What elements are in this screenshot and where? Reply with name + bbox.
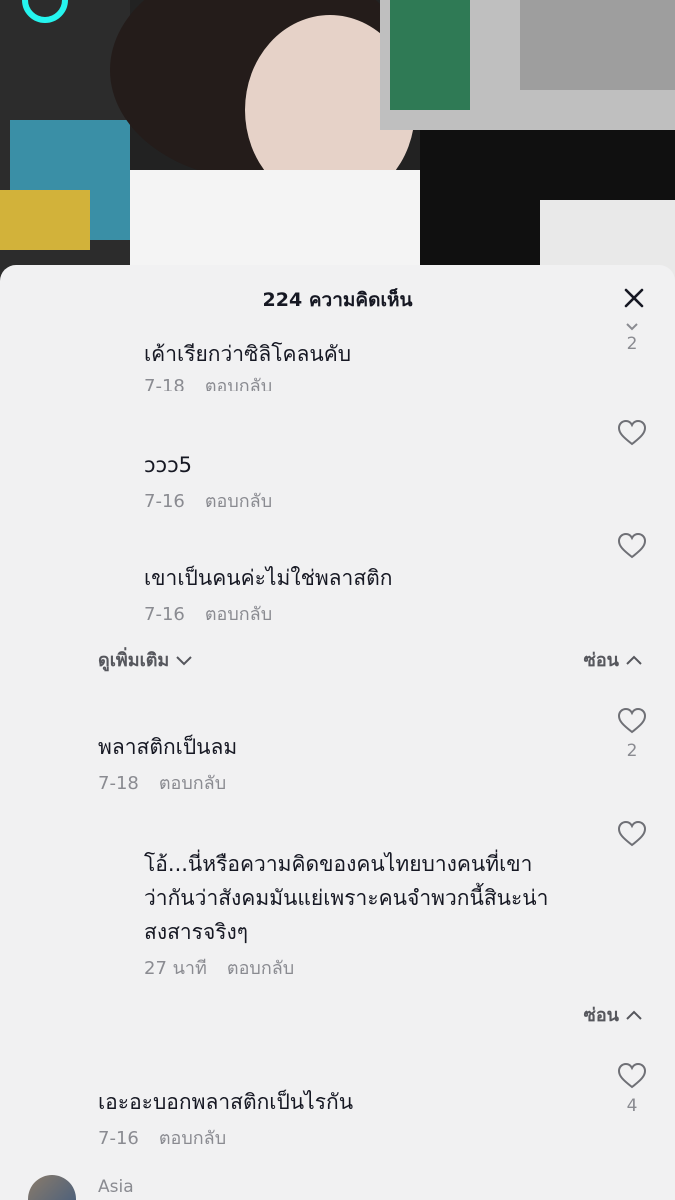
sheet-header: 224 ความคิดเห็น	[0, 265, 675, 329]
reply-link[interactable]: ตอบกลับ	[205, 376, 272, 391]
comment-meta: 7-16 ตอบกลับ	[98, 1123, 353, 1152]
reply-comment: โอ้...นี่หรือความคิดของคนไทยบางคนที่เขา …	[144, 847, 548, 982]
hide-label: ซ่อน	[583, 1005, 619, 1026]
hide-replies[interactable]: ซ่อน	[584, 645, 643, 674]
view-more-label: ดูเพิ่มเติม	[98, 650, 170, 671]
comment-text: พลาสติกเป็นลม	[98, 735, 238, 759]
hide-replies[interactable]: ซ่อน	[584, 1000, 643, 1029]
comment-meta: 7-16 ตอบกลับ	[144, 486, 292, 515]
comment-text: เขาเป็นคนค่ะไม่ใช่พลาสติก	[144, 566, 393, 590]
reply-link[interactable]: ตอบกลับ	[159, 773, 226, 794]
video-background	[0, 0, 675, 290]
heart-outline-icon	[617, 707, 647, 734]
reply-link[interactable]: ตอบกลับ	[205, 604, 272, 625]
user-name[interactable]: Asia	[98, 1177, 134, 1197]
comment-text: ɔɔɔ5	[144, 453, 192, 477]
heart-outline-icon	[617, 532, 647, 559]
like-button[interactable]	[615, 820, 649, 848]
comment-meta: 7-18 ตอบกลับ	[144, 371, 351, 391]
reply-link[interactable]: ตอบกลับ	[227, 958, 294, 979]
like-count: 2	[626, 334, 638, 354]
like-button[interactable]	[615, 419, 649, 447]
heart-outline-icon	[617, 820, 647, 847]
comment-date: 7-18	[98, 773, 139, 794]
like-count: 4	[626, 1096, 638, 1116]
chevron-up-icon	[626, 655, 642, 665]
view-more-replies[interactable]: ดูเพิ่มเติม	[98, 645, 193, 674]
reply-comment: เค้าเรียกว่าซิลิโคลนคับ 7-18 ตอบกลับ	[144, 337, 351, 391]
chevron-down-icon	[176, 655, 192, 665]
reply-comment: เขาเป็นคนค่ะไม่ใช่พลาสติก 7-16 ตอบกลับ	[144, 561, 393, 628]
comment-date: 7-16	[144, 491, 185, 512]
comment-text: เค้าเรียกว่าซิลิโคลนคับ	[144, 342, 352, 366]
reply-link[interactable]: ตอบกลับ	[205, 491, 272, 512]
chevron-up-icon	[626, 1010, 642, 1020]
close-icon[interactable]	[619, 283, 649, 313]
comment-meta: 7-18 ตอบกลับ	[98, 768, 246, 797]
comment-date: 7-18	[144, 376, 185, 391]
comment-meta: 27 นาที ตอบกลับ	[144, 953, 548, 982]
reply-comment: ɔɔɔ5 7-16 ตอบกลับ	[144, 448, 292, 515]
comment-date: 27 นาที	[144, 958, 207, 979]
comment-text: เอะอะบอกพลาสติกเป็นไรกัน	[98, 1090, 354, 1114]
like-button[interactable]: 2	[615, 707, 649, 761]
like-button[interactable]	[615, 532, 649, 560]
comment: พลาสติกเป็นลม 7-18 ตอบกลับ	[98, 730, 246, 797]
comment-date: 7-16	[144, 604, 185, 625]
like-button[interactable]: 2	[615, 320, 649, 354]
like-button[interactable]: 4	[615, 1062, 649, 1116]
comment-meta: 7-16 ตอบกลับ	[144, 599, 393, 628]
comments-count-title: 224 ความคิดเห็น	[262, 289, 413, 311]
comments-sheet: 224 ความคิดเห็น เค้าเรียกว่าซิลิโคลนคับ …	[0, 265, 675, 1200]
heart-outline-icon	[617, 1062, 647, 1089]
like-count: 2	[626, 741, 638, 761]
avatar[interactable]	[28, 1175, 76, 1200]
heart-outline-icon	[617, 419, 647, 446]
comment: เอะอะบอกพลาสติกเป็นไรกัน 7-16 ตอบกลับ	[98, 1085, 353, 1152]
hide-label: ซ่อน	[583, 650, 619, 671]
comment-date: 7-16	[98, 1128, 139, 1149]
comment-text: โอ้...นี่หรือความคิดของคนไทยบางคนที่เขา …	[144, 852, 549, 944]
reply-link[interactable]: ตอบกลับ	[159, 1128, 226, 1149]
